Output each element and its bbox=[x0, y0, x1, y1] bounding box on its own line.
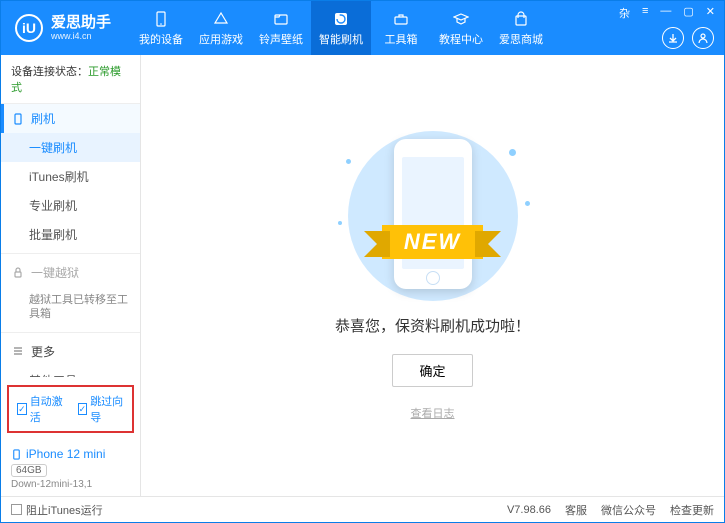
success-illustration: NEW bbox=[328, 131, 538, 301]
check-icon: ✓ bbox=[17, 403, 27, 415]
sidebar-scroll: 刷机 一键刷机 iTunes刷机 专业刷机 批量刷机 一键越狱 越狱工具已转移至… bbox=[1, 104, 140, 377]
status-label: 设备连接状态： bbox=[11, 66, 88, 78]
phone-icon bbox=[11, 112, 25, 126]
checkbox-auto-activate[interactable]: ✓ 自动激活 bbox=[17, 393, 64, 425]
sidebar: 设备连接状态：正常模式 刷机 一键刷机 iTunes刷机 专业刷机 批量刷机 bbox=[1, 55, 141, 496]
check-icon: ✓ bbox=[78, 403, 88, 415]
sidebar-item-batch-flash[interactable]: 批量刷机 bbox=[1, 220, 140, 249]
graduation-icon bbox=[452, 10, 470, 28]
connection-status: 设备连接状态：正常模式 bbox=[1, 55, 140, 104]
toolbox-icon bbox=[392, 10, 410, 28]
sidebar-item-pro-flash[interactable]: 专业刷机 bbox=[1, 191, 140, 220]
sidebar-section-flash[interactable]: 刷机 bbox=[1, 104, 140, 133]
device-icon bbox=[152, 10, 170, 28]
window-controls: 杂 ≡ — ▢ ✕ bbox=[616, 5, 718, 21]
sidebar-section-more[interactable]: 更多 bbox=[1, 337, 140, 366]
status-bar: 阻止iTunes运行 V7.98.66 客服 微信公众号 检查更新 bbox=[1, 496, 724, 522]
app-window: iU 爱思助手 www.i4.cn 我的设备 应用游戏 bbox=[0, 0, 725, 523]
app-url: www.i4.cn bbox=[51, 31, 111, 41]
top-nav: 我的设备 应用游戏 铃声壁纸 智能刷机 bbox=[131, 1, 551, 55]
apps-icon bbox=[212, 10, 230, 28]
nav-smart-flash[interactable]: 智能刷机 bbox=[311, 1, 371, 55]
win-close[interactable]: ✕ bbox=[703, 5, 718, 21]
block-itunes-checkbox[interactable] bbox=[11, 504, 22, 515]
nav-ringtone-wallpaper[interactable]: 铃声壁纸 bbox=[251, 1, 311, 55]
section-title: 更多 bbox=[31, 343, 55, 360]
phone-icon bbox=[394, 139, 472, 289]
new-ribbon: NEW bbox=[328, 223, 538, 261]
sidebar-item-itunes-flash[interactable]: iTunes刷机 bbox=[1, 162, 140, 191]
win-menu-icon[interactable]: ≡ bbox=[639, 5, 651, 21]
jailbreak-note: 越狱工具已转移至工具箱 bbox=[1, 287, 140, 328]
confirm-button[interactable]: 确定 bbox=[392, 354, 472, 387]
checkbox-skip-guide[interactable]: ✓ 跳过向导 bbox=[78, 393, 125, 425]
device-name-row: iPhone 12 mini bbox=[11, 447, 130, 461]
user-button[interactable] bbox=[692, 27, 714, 49]
footer-left: 阻止iTunes运行 bbox=[11, 502, 103, 518]
app-name: 爱思助手 bbox=[51, 15, 111, 32]
folder-icon bbox=[272, 10, 290, 28]
footer-right: V7.98.66 客服 微信公众号 检查更新 bbox=[507, 502, 714, 518]
options-box: ✓ 自动激活 ✓ 跳过向导 bbox=[7, 385, 134, 433]
refresh-icon bbox=[332, 10, 350, 28]
logo-icon: iU bbox=[15, 14, 43, 42]
sidebar-section-jailbreak[interactable]: 一键越狱 bbox=[1, 258, 140, 287]
wechat-link[interactable]: 微信公众号 bbox=[601, 502, 656, 518]
sidebar-item-other-tools[interactable]: 其他工具 bbox=[1, 366, 140, 377]
nav-my-device[interactable]: 我的设备 bbox=[131, 1, 191, 55]
sidebar-item-oneclick-flash[interactable]: 一键刷机 bbox=[1, 133, 140, 162]
version-label: V7.98.66 bbox=[507, 504, 551, 516]
download-button[interactable] bbox=[662, 27, 684, 49]
nav-store[interactable]: 爱思商城 bbox=[491, 1, 551, 55]
block-itunes-label: 阻止iTunes运行 bbox=[26, 502, 103, 518]
logo-area: iU 爱思助手 www.i4.cn bbox=[1, 14, 125, 42]
section-title: 刷机 bbox=[31, 110, 55, 127]
customer-service-link[interactable]: 客服 bbox=[565, 502, 587, 518]
body-area: 设备连接状态：正常模式 刷机 一键刷机 iTunes刷机 专业刷机 批量刷机 bbox=[1, 55, 724, 496]
win-minimize[interactable]: — bbox=[657, 5, 674, 21]
view-log-link[interactable]: 查看日志 bbox=[411, 405, 455, 421]
lock-icon bbox=[11, 266, 25, 280]
win-maximize[interactable]: ▢ bbox=[680, 5, 696, 21]
title-bar: iU 爱思助手 www.i4.cn 我的设备 应用游戏 bbox=[1, 1, 724, 55]
device-storage: 64GB bbox=[11, 464, 47, 477]
check-update-link[interactable]: 检查更新 bbox=[670, 502, 714, 518]
nav-toolbox[interactable]: 工具箱 bbox=[371, 1, 431, 55]
section-title: 一键越狱 bbox=[31, 264, 79, 281]
main-content: NEW 恭喜您，保资料刷机成功啦！ 确定 查看日志 bbox=[141, 55, 724, 496]
nav-apps-games[interactable]: 应用游戏 bbox=[191, 1, 251, 55]
success-message: 恭喜您，保资料刷机成功啦！ bbox=[335, 315, 530, 336]
nav-tutorials[interactable]: 教程中心 bbox=[431, 1, 491, 55]
win-misc-1[interactable]: 杂 bbox=[616, 5, 633, 21]
menu-icon bbox=[11, 344, 25, 358]
device-info[interactable]: iPhone 12 mini 64GB Down-12mini-13,1 bbox=[1, 441, 140, 496]
store-icon bbox=[512, 10, 530, 28]
title-right-buttons bbox=[662, 27, 714, 49]
device-model: Down-12mini-13,1 bbox=[11, 479, 130, 490]
device-icon bbox=[11, 449, 22, 460]
